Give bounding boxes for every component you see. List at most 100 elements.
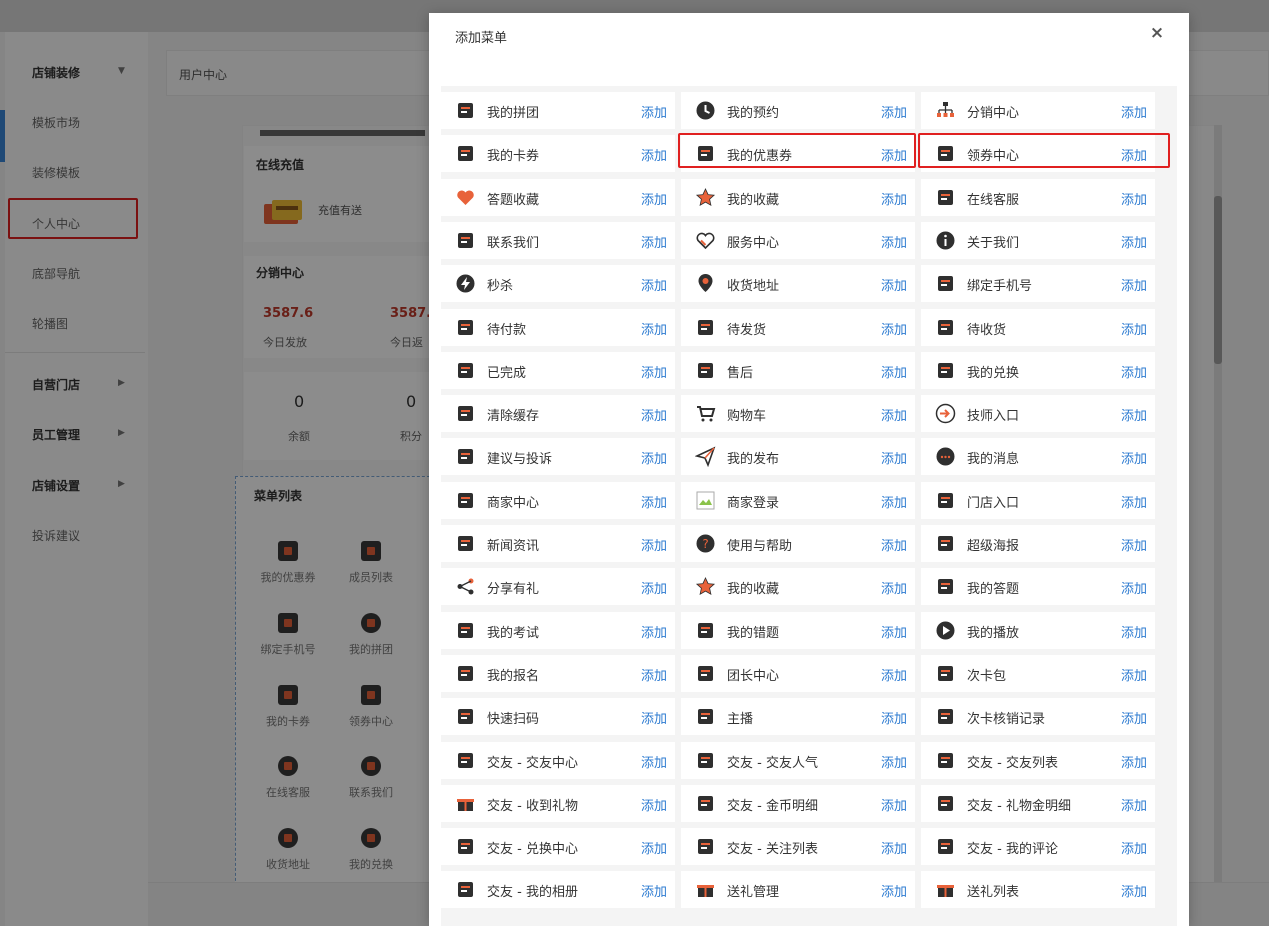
- friends-icon: [458, 753, 473, 768]
- add-button[interactable]: 添加: [881, 622, 907, 641]
- menu-option: 次卡包 添加: [921, 655, 1155, 692]
- menu-option-label: 我的拼团: [487, 106, 540, 121]
- menu-option-label: 交友 - 交友人气: [727, 756, 818, 771]
- add-button[interactable]: 添加: [881, 405, 907, 424]
- add-button[interactable]: 添加: [641, 665, 667, 684]
- menu-option: 交友 - 交友人气 添加: [681, 742, 915, 779]
- add-button[interactable]: 添加: [641, 881, 667, 900]
- add-button[interactable]: 添加: [641, 838, 667, 857]
- add-button[interactable]: 添加: [1121, 708, 1147, 727]
- menu-option-label: 我的报名: [487, 669, 540, 684]
- add-button[interactable]: 添加: [881, 708, 907, 727]
- menu-option-label: 技师入口: [967, 409, 1020, 424]
- add-button[interactable]: 添加: [641, 189, 667, 208]
- shop-icon: [458, 493, 473, 508]
- menu-option: 绑定手机号 添加: [921, 265, 1155, 302]
- highlight-box: [918, 133, 1170, 168]
- menu-option: 待收货 添加: [921, 309, 1155, 346]
- menu-option: 门店入口 添加: [921, 482, 1155, 519]
- menu-option-label: 主播: [727, 712, 754, 727]
- add-button[interactable]: 添加: [1121, 189, 1147, 208]
- add-button[interactable]: 添加: [881, 448, 907, 467]
- add-button[interactable]: 添加: [1121, 752, 1147, 771]
- add-button[interactable]: 添加: [641, 752, 667, 771]
- menu-option: 次卡核销记录 添加: [921, 698, 1155, 735]
- menu-option: 交友 - 我的评论 添加: [921, 828, 1155, 865]
- add-button[interactable]: 添加: [1121, 319, 1147, 338]
- headset-icon: [938, 190, 953, 205]
- add-button[interactable]: 添加: [1121, 102, 1147, 121]
- add-button[interactable]: 添加: [881, 102, 907, 121]
- add-button[interactable]: 添加: [881, 232, 907, 251]
- phone-icon: [458, 233, 473, 248]
- exam-icon: [458, 623, 473, 638]
- add-button[interactable]: 添加: [641, 275, 667, 294]
- highlight-box: [678, 133, 916, 168]
- add-button[interactable]: 添加: [881, 752, 907, 771]
- cart-icon: [697, 406, 716, 422]
- add-button[interactable]: 添加: [1121, 492, 1147, 511]
- add-button[interactable]: 添加: [641, 535, 667, 554]
- add-button[interactable]: 添加: [1121, 622, 1147, 641]
- add-button[interactable]: 添加: [1121, 275, 1147, 294]
- add-button[interactable]: 添加: [881, 665, 907, 684]
- menu-option-label: 收货地址: [727, 279, 780, 294]
- add-button[interactable]: 添加: [641, 362, 667, 381]
- add-button[interactable]: 添加: [641, 578, 667, 597]
- add-button[interactable]: 添加: [1121, 448, 1147, 467]
- add-button[interactable]: 添加: [641, 405, 667, 424]
- add-button[interactable]: 添加: [881, 535, 907, 554]
- add-button[interactable]: 添加: [641, 622, 667, 641]
- menu-option: 我的考试 添加: [441, 612, 675, 649]
- add-button[interactable]: 添加: [881, 275, 907, 294]
- gift-icon: [697, 885, 714, 897]
- help-icon: ?: [696, 534, 715, 553]
- add-button[interactable]: 添加: [1121, 881, 1147, 900]
- wrong-icon: [698, 623, 713, 638]
- add-button[interactable]: 添加: [881, 838, 907, 857]
- add-button[interactable]: 添加: [881, 492, 907, 511]
- menu-option-label: 联系我们: [487, 236, 540, 251]
- add-button[interactable]: 添加: [1121, 362, 1147, 381]
- menu-option: 答题收藏 添加: [441, 179, 675, 216]
- add-button[interactable]: 添加: [881, 881, 907, 900]
- add-button[interactable]: 添加: [641, 319, 667, 338]
- leader-icon: [698, 666, 713, 681]
- add-button[interactable]: 添加: [881, 578, 907, 597]
- share-icon: [457, 578, 474, 595]
- add-button[interactable]: 添加: [1121, 578, 1147, 597]
- menu-option: 超级海报 添加: [921, 525, 1155, 562]
- door-icon: [938, 493, 953, 508]
- wallet-icon: [458, 320, 473, 335]
- menu-option: 主播 添加: [681, 698, 915, 735]
- menu-option: 秒杀 添加: [441, 265, 675, 302]
- news-icon: [458, 536, 473, 551]
- add-button[interactable]: 添加: [641, 232, 667, 251]
- add-button[interactable]: 添加: [1121, 795, 1147, 814]
- add-button[interactable]: 添加: [641, 708, 667, 727]
- card-icon: [458, 146, 473, 161]
- add-button[interactable]: 添加: [1121, 232, 1147, 251]
- menu-option: 在线客服 添加: [921, 179, 1155, 216]
- add-button[interactable]: 添加: [881, 795, 907, 814]
- menu-option-label: 我的错题: [727, 626, 780, 641]
- menu-option: 我的答题 添加: [921, 568, 1155, 605]
- add-button[interactable]: 添加: [881, 319, 907, 338]
- add-button[interactable]: 添加: [881, 189, 907, 208]
- add-button[interactable]: 添加: [641, 448, 667, 467]
- add-button[interactable]: 添加: [1121, 535, 1147, 554]
- add-button[interactable]: 添加: [641, 102, 667, 121]
- menu-option: 我的收藏 添加: [681, 179, 915, 216]
- add-button[interactable]: 添加: [641, 145, 667, 164]
- add-button[interactable]: 添加: [641, 795, 667, 814]
- add-button[interactable]: 添加: [1121, 405, 1147, 424]
- menu-option: ? 使用与帮助 添加: [681, 525, 915, 562]
- add-button[interactable]: 添加: [1121, 665, 1147, 684]
- doc-icon: [938, 796, 953, 811]
- clock-icon: [696, 101, 715, 120]
- close-icon[interactable]: ×: [1147, 23, 1167, 43]
- add-button[interactable]: 添加: [641, 492, 667, 511]
- add-button[interactable]: 添加: [881, 362, 907, 381]
- poster-icon: [938, 536, 953, 551]
- add-button[interactable]: 添加: [1121, 838, 1147, 857]
